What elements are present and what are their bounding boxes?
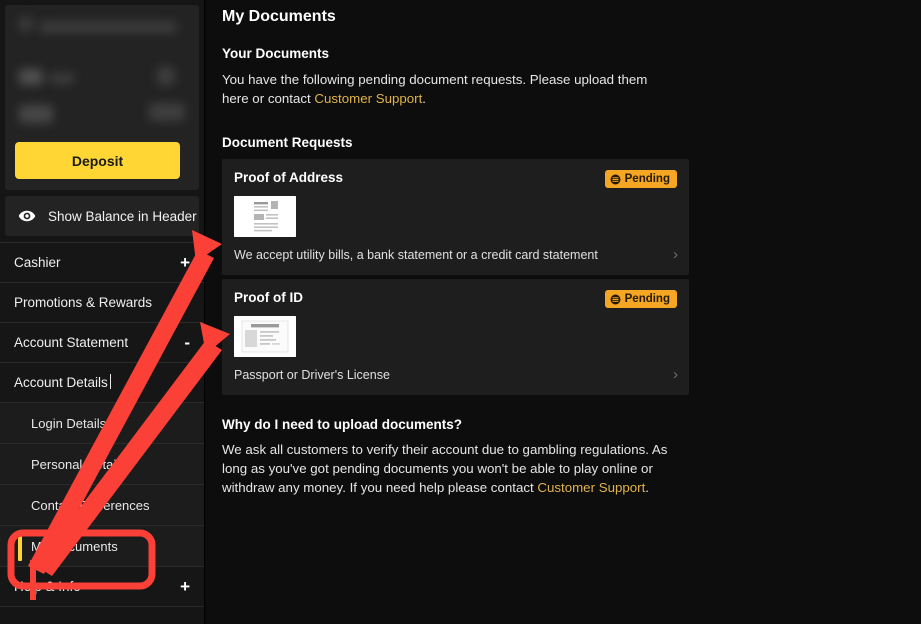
sidebar-nav-list: Cashier + Promotions & Rewards + Account…: [0, 242, 204, 607]
expand-plus-icon[interactable]: +: [180, 294, 190, 311]
expand-plus-icon[interactable]: +: [180, 254, 190, 271]
app-root: Deposit Show Balance in Header Cashier +…: [0, 0, 921, 624]
customer-support-link[interactable]: Customer Support: [537, 480, 645, 495]
sidebar-item-account-details[interactable]: Account Details −: [0, 363, 204, 403]
card-header: Proof of Address Pending: [234, 170, 677, 188]
redacted-block: [19, 17, 33, 31]
status-badge: Pending: [604, 290, 677, 308]
sidebar-subitem-label: Personal Details: [31, 456, 126, 472]
sidebar-item-label: Account Statement: [14, 335, 129, 350]
show-balance-in-header-toggle[interactable]: Show Balance in Header: [5, 196, 199, 236]
balance-panel-redacted: Deposit: [5, 5, 199, 190]
intro-text: You have the following pending document …: [222, 72, 648, 106]
card-description: Passport or Driver's License: [234, 368, 390, 382]
pending-clock-icon: [610, 174, 621, 185]
redacted-block: [49, 73, 75, 84]
sidebar-item-personal-details[interactable]: Personal Details: [0, 444, 204, 485]
document-thumbnail: [234, 196, 296, 237]
why-upload-paragraph: We ask all customers to verify their acc…: [222, 440, 674, 497]
status-badge: Pending: [604, 170, 677, 188]
sidebar-item-label: Account Details: [14, 374, 111, 390]
sidebar-item-help-info[interactable]: Help & Info +: [0, 567, 204, 607]
main-content: My Documents Your Documents You have the…: [206, 0, 921, 624]
redacted-block: [149, 103, 185, 121]
redacted-block: [39, 21, 177, 33]
document-requests-heading: Document Requests: [222, 135, 353, 150]
document-request-card-proof-of-id[interactable]: Proof of ID Pending Passport or Driver's…: [222, 279, 689, 395]
redacted-block: [19, 69, 43, 85]
sidebar-item-label: Promotions & Rewards: [14, 295, 153, 310]
sidebar-subitem-label: Login Details: [31, 415, 107, 431]
sidebar-subitem-label: Contact Preferences: [31, 497, 150, 513]
intro-paragraph: You have the following pending document …: [222, 70, 677, 108]
card-title: Proof of ID: [234, 290, 303, 305]
why-text-end: .: [645, 480, 649, 495]
redacted-block: [157, 67, 175, 85]
card-title: Proof of Address: [234, 170, 344, 185]
sidebar-item-promotions-rewards[interactable]: Promotions & Rewards +: [0, 283, 204, 323]
expand-plus-icon[interactable]: +: [180, 578, 190, 595]
show-balance-label: Show Balance in Header: [48, 208, 197, 224]
page-title: My Documents: [222, 8, 336, 25]
collapse-minus-icon[interactable]: −: [180, 374, 190, 391]
sidebar-item-login-details[interactable]: Login Details: [0, 403, 204, 444]
pending-clock-icon: [610, 294, 621, 305]
card-description: We accept utility bills, a bank statemen…: [234, 248, 598, 262]
status-badge-label: Pending: [624, 173, 670, 185]
sidebar-item-my-documents[interactable]: My Documents: [0, 526, 204, 567]
eye-icon: [18, 207, 48, 225]
intro-text-end: .: [422, 91, 426, 106]
your-documents-heading: Your Documents: [222, 46, 330, 61]
sidebar-item-account-statement[interactable]: Account Statement -: [0, 323, 204, 363]
sidebar: Deposit Show Balance in Header Cashier +…: [0, 0, 205, 624]
sidebar-item-cashier[interactable]: Cashier +: [0, 243, 204, 283]
deposit-button[interactable]: Deposit: [15, 142, 180, 179]
sidebar-item-contact-preferences[interactable]: Contact Preferences: [0, 485, 204, 526]
status-badge-label: Pending: [624, 293, 670, 305]
sidebar-item-label: Cashier: [14, 255, 61, 270]
sidebar-subitem-label: My Documents: [31, 538, 118, 554]
why-upload-heading: Why do I need to upload documents?: [222, 417, 462, 432]
customer-support-link[interactable]: Customer Support: [314, 91, 422, 106]
card-header: Proof of ID Pending: [234, 290, 677, 308]
redacted-block: [19, 105, 53, 123]
collapse-minus-icon[interactable]: -: [184, 334, 190, 351]
sidebar-item-label: Help & Info: [14, 579, 81, 594]
id-card-thumbnail: [234, 316, 296, 357]
chevron-right-icon[interactable]: ›: [673, 367, 678, 382]
document-request-card-proof-of-address[interactable]: Proof of Address Pending We accept utili…: [222, 159, 689, 275]
chevron-right-icon[interactable]: ›: [673, 247, 678, 262]
